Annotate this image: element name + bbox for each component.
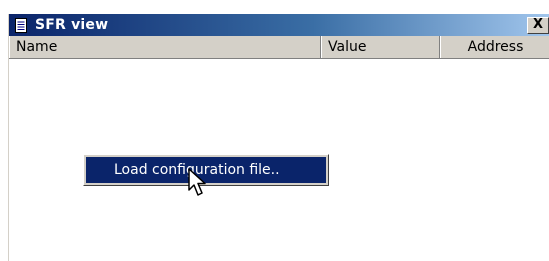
title-bar[interactable]: SFR view X — [9, 14, 549, 36]
column-header-address[interactable]: Address — [440, 36, 549, 58]
column-header-value[interactable]: Value — [321, 36, 440, 58]
window-title: SFR view — [35, 17, 109, 33]
document-icon — [13, 16, 29, 34]
close-icon: X — [532, 17, 544, 32]
list-header: Name Value Address — [9, 36, 549, 59]
sfr-view-window: SFR view X Name Value Address — [8, 14, 549, 261]
close-button[interactable]: X — [527, 17, 549, 34]
column-header-name[interactable]: Name — [9, 36, 321, 58]
arrow-cursor-icon — [188, 168, 208, 198]
screen: SFR view X Name Value Address Load confi… — [0, 0, 549, 261]
